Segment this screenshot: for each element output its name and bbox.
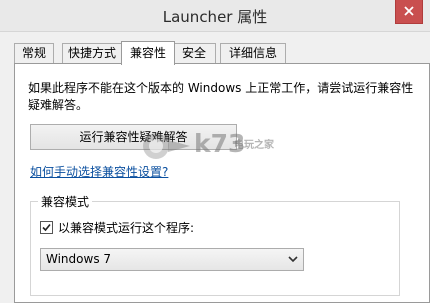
- title-bar: Launcher 属性: [0, 0, 430, 32]
- compat-mode-group-title: 兼容模式: [38, 193, 93, 210]
- tab-details[interactable]: 详细信息: [220, 43, 286, 63]
- tab-security[interactable]: 安全: [172, 43, 216, 63]
- tab-compatibility[interactable]: 兼容性: [121, 41, 175, 65]
- tab-general[interactable]: 常规: [14, 43, 54, 63]
- chevron-down-icon: [287, 253, 299, 268]
- watermark-logo-icon: [143, 133, 190, 159]
- manual-settings-link[interactable]: 如何手动选择兼容性设置?: [30, 163, 168, 180]
- close-button[interactable]: [395, 0, 423, 24]
- watermark-subtext: 电玩之家: [234, 140, 274, 151]
- tab-shortcut[interactable]: 快捷方式: [62, 43, 122, 63]
- site-watermark: k73 电玩之家: [138, 128, 298, 164]
- compat-mode-checkbox[interactable]: [40, 221, 53, 234]
- compat-mode-checkbox-label[interactable]: 以兼容模式运行这个程序:: [58, 219, 194, 236]
- checkmark-icon: [42, 223, 51, 232]
- os-version-value: Windows 7: [46, 252, 112, 266]
- close-icon: [404, 5, 414, 19]
- compatibility-description: 如果此程序不能在这个版本的 Windows 上正常工作，请尝试运行兼容性疑难解答…: [28, 81, 414, 112]
- os-version-select[interactable]: Windows 7: [40, 248, 304, 271]
- window-title: Launcher 属性: [162, 8, 268, 26]
